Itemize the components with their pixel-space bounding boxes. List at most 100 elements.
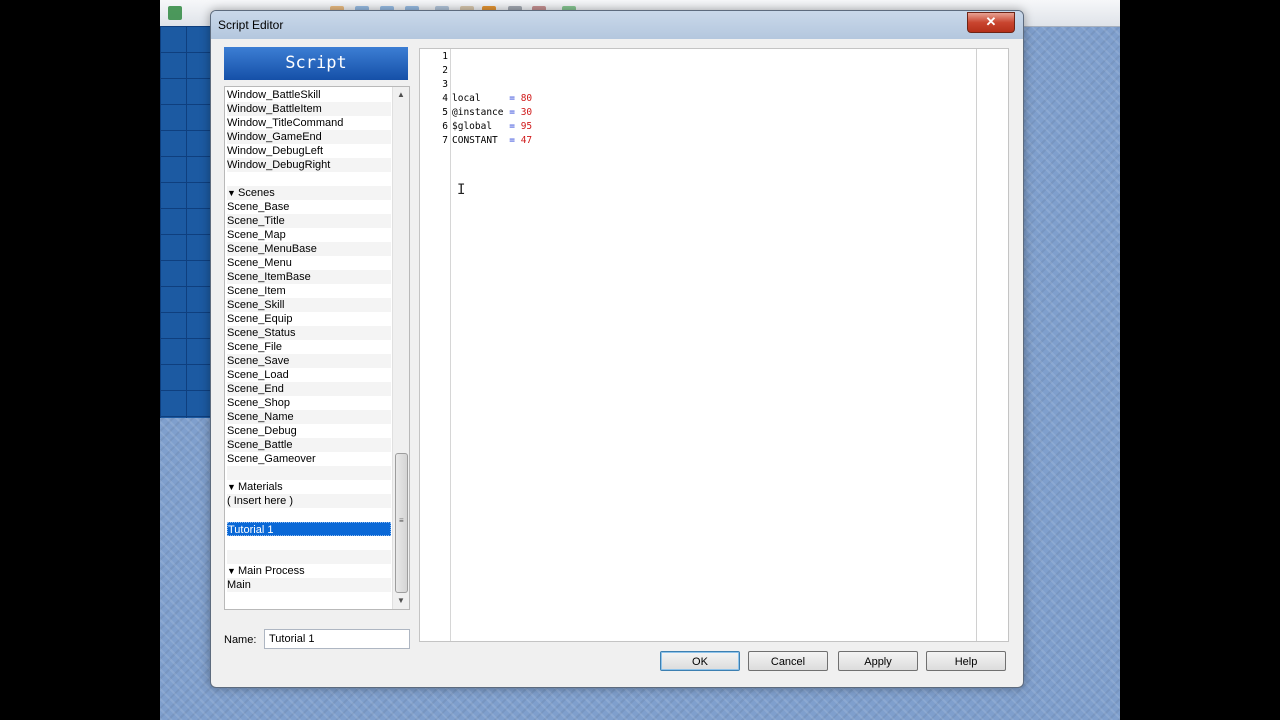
script-list-item[interactable]: Window_BattleSkill <box>227 88 391 102</box>
script-list-item[interactable]: Window_GameEnd <box>227 130 391 144</box>
apply-button[interactable]: Apply <box>838 651 918 671</box>
variable-token: $global <box>452 121 493 132</box>
ok-button[interactable]: OK <box>660 651 740 671</box>
script-list-blank-row <box>227 550 391 564</box>
script-label: Window_TitleCommand <box>227 117 344 129</box>
script-label: Scene_Item <box>227 285 286 297</box>
script-list-item[interactable]: Scene_Status <box>227 326 391 340</box>
script-list-item[interactable]: Scene_Save <box>227 354 391 368</box>
help-button[interactable]: Help <box>926 651 1006 671</box>
script-label: Scene_Status <box>227 327 296 339</box>
script-label: Scene_End <box>227 383 284 395</box>
line-number: 3 <box>442 79 448 90</box>
script-label: Window_DebugRight <box>227 159 331 171</box>
line-number: 2 <box>442 65 448 76</box>
script-list-item[interactable]: Scene_Shop <box>227 396 391 410</box>
script-list-item[interactable]: Scene_Name <box>227 410 391 424</box>
script-label: Window_GameEnd <box>227 131 322 143</box>
script-label: ( Insert here ) <box>227 495 294 507</box>
script-list-item[interactable]: Scene_ItemBase <box>227 270 391 284</box>
script-label: Scene_Debug <box>227 425 297 437</box>
line-number: 4 <box>442 93 448 104</box>
line-number: 5 <box>442 107 448 118</box>
script-list-item[interactable]: Scene_Menu <box>227 256 391 270</box>
script-label: Window_DebugLeft <box>227 145 324 157</box>
script-label: Tutorial 1 <box>228 524 274 536</box>
script-list-item[interactable]: Window_BattleItem <box>227 102 391 116</box>
script-list-item[interactable]: Scene_Battle <box>227 438 391 452</box>
scroll-up-arrow-icon[interactable]: ▲ <box>393 87 409 103</box>
script-list-item[interactable]: Window_TitleCommand <box>227 116 391 130</box>
scrollbar-thumb[interactable]: ≡ <box>395 453 408 593</box>
code-text: @instance = 30 <box>452 106 532 120</box>
script-section-header[interactable]: ▼ Materials <box>227 480 391 494</box>
script-list[interactable]: Window_BattleSkill Window_BattleItem Windo… <box>224 86 410 610</box>
app-icon[interactable] <box>168 6 182 20</box>
script-list-item[interactable]: Scene_Load <box>227 368 391 382</box>
script-section-header[interactable]: ▼ Scenes <box>227 186 391 200</box>
script-label: Main <box>227 579 251 591</box>
code-line: 2 <box>420 64 1008 78</box>
script-list-item[interactable]: Scene_File <box>227 340 391 354</box>
number-token: 95 <box>520 121 533 132</box>
number-token: 80 <box>520 93 533 104</box>
script-list-item[interactable]: Scene_Equip <box>227 312 391 326</box>
script-list-item[interactable]: Window_DebugRight <box>227 158 391 172</box>
script-list-item[interactable]: Tutorial 1 <box>227 522 391 536</box>
script-list-item[interactable]: Scene_Map <box>227 228 391 242</box>
number-token: 47 <box>520 135 533 146</box>
script-label: Main Process <box>238 565 305 577</box>
script-list-blank-row <box>227 466 391 480</box>
script-list-item[interactable]: Scene_End <box>227 382 391 396</box>
script-section-header[interactable]: ▼ Main Process <box>227 564 391 578</box>
script-label: Scene_Shop <box>227 397 290 409</box>
line-number: 6 <box>442 121 448 132</box>
script-list-item[interactable]: Window_DebugLeft <box>227 144 391 158</box>
cancel-button[interactable]: Cancel <box>748 651 828 671</box>
collapse-triangle-icon[interactable]: ▼ <box>227 186 238 200</box>
script-list-item[interactable]: Scene_Base <box>227 200 391 214</box>
script-label: Scene_Load <box>227 369 289 381</box>
script-list-item[interactable]: Scene_Skill <box>227 298 391 312</box>
script-label: Scene_ItemBase <box>227 271 311 283</box>
window-title: Script Editor <box>218 18 284 32</box>
script-list-blank-row <box>227 508 391 522</box>
number-token: 30 <box>520 107 533 118</box>
script-label: Scene_Skill <box>227 299 285 311</box>
script-label: Scene_Save <box>227 355 290 367</box>
collapse-triangle-icon[interactable]: ▼ <box>227 564 238 578</box>
script-list-item[interactable]: Scene_Item <box>227 284 391 298</box>
code-line: 7 CONSTANT = 47 <box>420 134 1008 148</box>
script-label: Scene_Gameover <box>227 453 316 465</box>
line-number: 1 <box>442 51 448 62</box>
script-label: Scene_Map <box>227 229 286 241</box>
script-label: Scene_Menu <box>227 257 292 269</box>
name-input[interactable]: Tutorial 1 <box>264 629 410 649</box>
script-label: Scene_File <box>227 341 283 353</box>
close-button[interactable]: ✕ <box>967 12 1015 33</box>
script-list-item[interactable]: ( Insert here ) <box>227 494 391 508</box>
scroll-down-arrow-icon[interactable]: ▼ <box>393 593 409 609</box>
script-list-item[interactable]: Scene_Gameover <box>227 452 391 466</box>
script-list-item[interactable]: Scene_Debug <box>227 424 391 438</box>
script-label: Scene_Name <box>227 411 294 423</box>
script-list-item[interactable]: Scene_Title <box>227 214 391 228</box>
code-editor[interactable]: 1 2 3 4 local = 80 5 @instance = 30 6 $global = … <box>419 48 1009 642</box>
code-text: local = 80 <box>452 92 532 106</box>
code-line: 1 <box>420 50 1008 64</box>
code-text: CONSTANT = 47 <box>452 134 532 148</box>
line-number: 7 <box>442 135 448 146</box>
script-list-item[interactable]: Scene_MenuBase <box>227 242 391 256</box>
name-label: Name: <box>224 634 257 646</box>
script-label: Scene_Battle <box>227 439 293 451</box>
script-list-blank-row <box>227 172 391 186</box>
collapse-triangle-icon[interactable]: ▼ <box>227 480 238 494</box>
script-list-blank-row <box>227 536 391 550</box>
vertical-scrollbar[interactable]: ▲ ≡ ▼ <box>392 87 409 609</box>
script-list-item[interactable]: Main <box>227 578 391 592</box>
grip-icon: ≡ <box>399 516 404 525</box>
window-client: Script Window_BattleSkill Window_BattleIt… <box>214 39 1020 684</box>
